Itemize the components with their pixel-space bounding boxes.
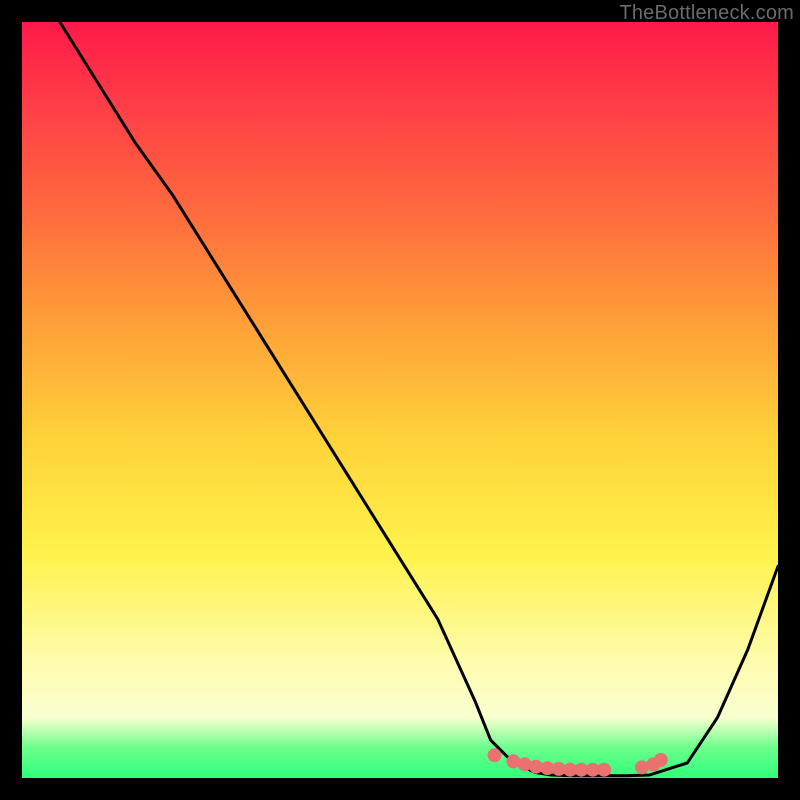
chart-svg — [22, 22, 778, 778]
marker-dot — [597, 763, 611, 777]
chart-frame — [22, 22, 778, 778]
optimal-range-markers — [488, 748, 668, 776]
marker-dot — [488, 748, 502, 762]
marker-dot — [654, 753, 668, 767]
bottleneck-curve — [60, 22, 778, 776]
attribution-text: TheBottleneck.com — [619, 2, 794, 25]
